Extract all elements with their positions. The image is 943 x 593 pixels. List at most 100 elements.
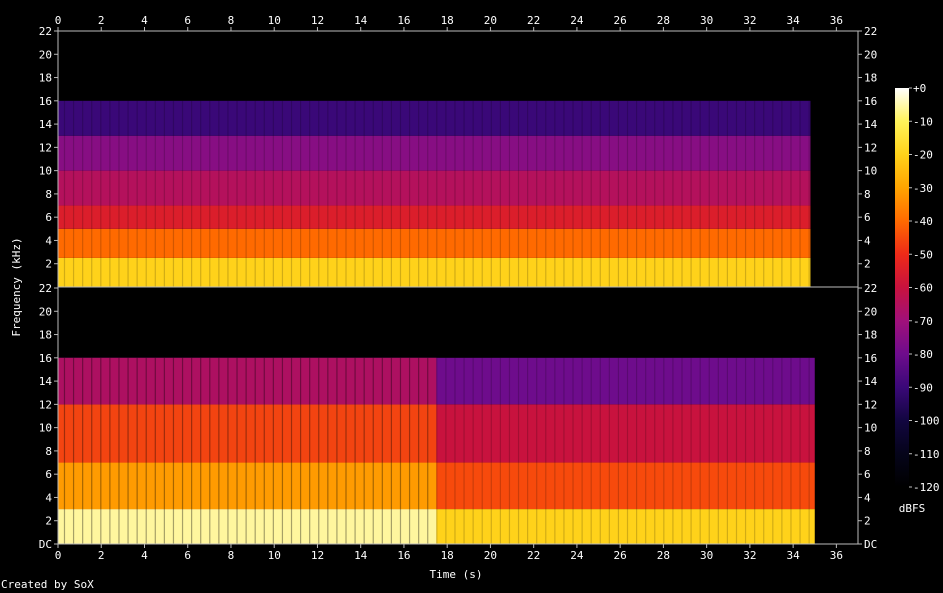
x-tick-bottom-label: 4 bbox=[141, 549, 148, 562]
y-tick-label-left: 18 bbox=[39, 72, 52, 85]
x-axis-top: 0 2 4 6 8 10 12 14 16 18 20 22 24 26 28 30 32 34 36 bbox=[55, 14, 843, 31]
y-tick-label-right: 8 bbox=[864, 445, 871, 458]
credit-text: Created by SoX bbox=[1, 578, 94, 591]
y-tick-label-right: 14 bbox=[864, 118, 878, 131]
y-tick-label-left: 4 bbox=[45, 234, 52, 247]
x-tick-top-label: 28 bbox=[657, 14, 670, 27]
x-tick-bottom-label: 10 bbox=[268, 549, 281, 562]
y-tick-label-right: 10 bbox=[864, 165, 877, 178]
x-tick-top-label: 0 bbox=[55, 14, 62, 27]
y-tick-label-right: 22 bbox=[864, 25, 877, 38]
x-tick-bottom-label: 26 bbox=[614, 549, 627, 562]
y-tick-label-right: 12 bbox=[864, 141, 877, 154]
y-tick-label-left: 16 bbox=[39, 352, 52, 365]
channel-1-spectrogram bbox=[58, 31, 858, 287]
colorbar-strip bbox=[895, 88, 909, 487]
y-tick-label-left: 6 bbox=[45, 468, 52, 481]
x-tick-top-label: 10 bbox=[268, 14, 281, 27]
y-tick-label-left: 4 bbox=[45, 491, 52, 504]
y-tick-label-left: 18 bbox=[39, 329, 52, 342]
x-tick-top-label: 8 bbox=[228, 14, 235, 27]
x-tick-top-label: 4 bbox=[141, 14, 148, 27]
y-tick-label-right: 2 bbox=[864, 515, 871, 528]
y-tick-label-left: 20 bbox=[39, 305, 52, 318]
x-tick-top-label: 20 bbox=[484, 14, 497, 27]
spectrogram-loud-band bbox=[58, 357, 437, 405]
x-tick-top-label: 34 bbox=[787, 14, 801, 27]
colorbar-tick-label: -50 bbox=[913, 248, 933, 261]
channel-2-spectrogram bbox=[58, 288, 858, 544]
spectrogram-band bbox=[58, 257, 811, 287]
x-tick-top-label: 2 bbox=[98, 14, 105, 27]
x-tick-top-label: 24 bbox=[570, 14, 584, 27]
spectrogram-loud-band bbox=[58, 509, 437, 544]
colorbar-tick-label: -20 bbox=[913, 149, 933, 162]
x-tick-bottom-label: 18 bbox=[441, 549, 454, 562]
x-tick-top-label: 26 bbox=[614, 14, 627, 27]
x-tick-bottom-label: 22 bbox=[527, 549, 540, 562]
y-tick-label-right: 20 bbox=[864, 48, 877, 61]
x-tick-top-label: 12 bbox=[311, 14, 324, 27]
colorbar-tick-label: +0 bbox=[913, 82, 926, 95]
colorbar-tick-label: -40 bbox=[913, 215, 933, 228]
y-tick-label-left: 22 bbox=[39, 25, 52, 38]
y-tick-label-right: 6 bbox=[864, 211, 871, 224]
y-tick-label-left: 8 bbox=[45, 188, 52, 201]
y-tick-label-left: 14 bbox=[39, 118, 53, 131]
spectrogram-band bbox=[58, 135, 811, 171]
x-tick-top-label: 32 bbox=[743, 14, 756, 27]
colorbar-tick-label: -30 bbox=[913, 182, 933, 195]
x-tick-bottom-label: 8 bbox=[228, 549, 235, 562]
spectrogram-band bbox=[58, 170, 811, 206]
colorbar-tick-label: -120 bbox=[913, 481, 940, 494]
colorbar-tick-label: -90 bbox=[913, 381, 933, 394]
x-tick-bottom-label: 24 bbox=[570, 549, 584, 562]
x-tick-bottom-label: 14 bbox=[354, 549, 368, 562]
colorbar-tick-label: -100 bbox=[913, 415, 940, 428]
y-tick-label-right: 22 bbox=[864, 282, 877, 295]
x-tick-bottom-label: 34 bbox=[787, 549, 801, 562]
colorbar-tick-label: -80 bbox=[913, 348, 933, 361]
x-axis-bottom: 0 2 4 6 8 10 12 14 16 18 20 22 24 26 28 30 32 34 36 bbox=[55, 544, 843, 562]
y-tick-label-left: DC bbox=[39, 538, 52, 551]
y-tick-label-right: 14 bbox=[864, 375, 878, 388]
x-tick-top-label: 16 bbox=[397, 14, 410, 27]
spectrogram-chart: 0 2 4 6 8 10 12 14 16 18 20 22 24 26 28 30 32 34 36 024681… bbox=[10, 14, 940, 581]
colorbar-tick-label: -70 bbox=[913, 315, 933, 328]
x-tick-top-label: 18 bbox=[441, 14, 454, 27]
y-tick-label-right: 12 bbox=[864, 398, 877, 411]
y-tick-label-left: 16 bbox=[39, 95, 52, 108]
x-tick-bottom-label: 16 bbox=[397, 549, 410, 562]
x-tick-top-label: 6 bbox=[184, 14, 191, 27]
x-tick-bottom-label: 30 bbox=[700, 549, 713, 562]
y-tick-label-right: DC bbox=[864, 538, 877, 551]
colorbar-tick-label: -110 bbox=[913, 448, 940, 461]
spectrogram-band bbox=[58, 100, 811, 136]
x-tick-bottom-label: 32 bbox=[743, 549, 756, 562]
x-tick-bottom-label: 12 bbox=[311, 549, 324, 562]
x-tick-bottom-label: 0 bbox=[55, 549, 62, 562]
y-tick-label-right: 16 bbox=[864, 352, 877, 365]
y-tick-label-right: 18 bbox=[864, 72, 877, 85]
x-tick-bottom-label: 28 bbox=[657, 549, 670, 562]
x-tick-bottom-label: 2 bbox=[98, 549, 105, 562]
x-tick-top-label: 30 bbox=[700, 14, 713, 27]
spectrogram-band bbox=[58, 228, 811, 258]
colorbar: +0 -10 -20 -30 -40 -50 -60 -70 -80 -90 -100 -110 -12… bbox=[895, 82, 940, 515]
y-tick-label-left: 12 bbox=[39, 398, 52, 411]
colorbar-tick-label: -60 bbox=[913, 282, 933, 295]
spectrogram-loud-band bbox=[58, 462, 437, 510]
y-tick-label-left: 6 bbox=[45, 211, 52, 224]
colorbar-ticks: +0 -10 -20 -30 -40 -50 -60 -70 -80 -90 -100 -110 -12… bbox=[909, 82, 940, 494]
y-tick-label-left: 22 bbox=[39, 282, 52, 295]
colorbar-unit: dBFS bbox=[899, 502, 926, 515]
y-tick-label-right: 2 bbox=[864, 258, 871, 271]
x-tick-bottom-label: 36 bbox=[830, 549, 843, 562]
y-tick-label-left: 8 bbox=[45, 445, 52, 458]
x-tick-top-label: 36 bbox=[830, 14, 843, 27]
x-tick-top-label: 22 bbox=[527, 14, 540, 27]
x-tick-bottom-label: 20 bbox=[484, 549, 497, 562]
y-tick-label-right: 16 bbox=[864, 95, 877, 108]
y-tick-label-left: 2 bbox=[45, 515, 52, 528]
spectrogram-band bbox=[58, 205, 811, 229]
